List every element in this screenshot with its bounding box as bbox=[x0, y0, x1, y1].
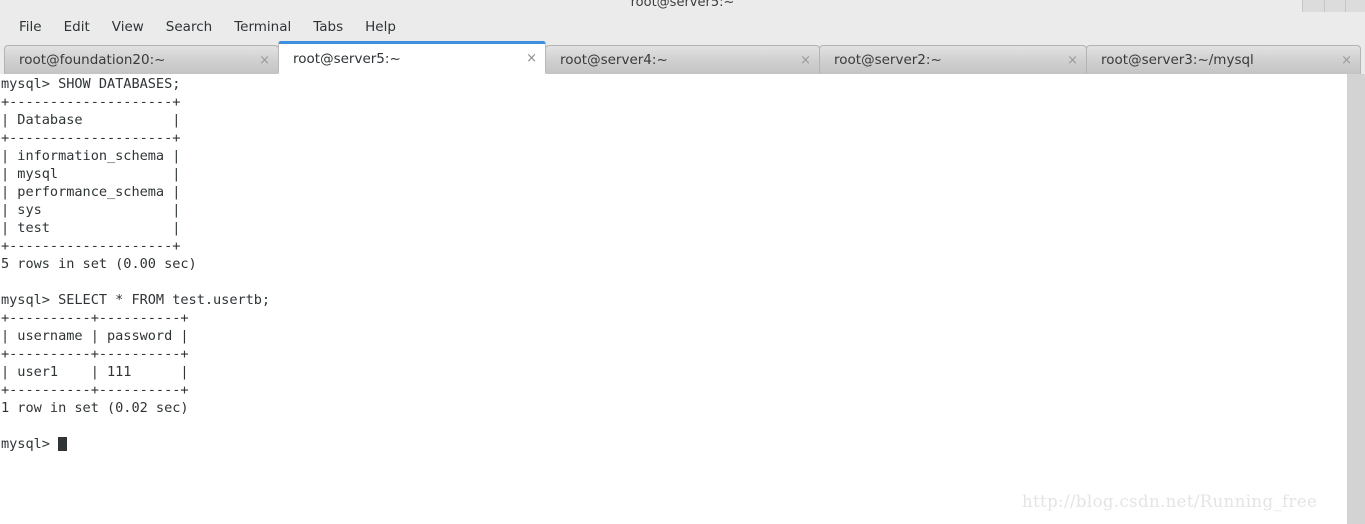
title-bar: root@server5:~ bbox=[0, 0, 1365, 12]
close-icon[interactable]: × bbox=[1051, 54, 1078, 67]
terminal-text: mysql> SHOW DATABASES; +----------------… bbox=[0, 74, 270, 453]
tab-label: root@foundation20:~ bbox=[19, 52, 166, 68]
terminal-output-area[interactable]: mysql> SHOW DATABASES; +----------------… bbox=[0, 74, 1347, 524]
close-icon[interactable]: × bbox=[243, 54, 270, 67]
tab-label: root@server5:~ bbox=[293, 50, 401, 67]
menu-item-help[interactable]: Help bbox=[354, 16, 407, 38]
terminal-scrollbar[interactable] bbox=[1347, 74, 1365, 524]
menu-bar: File Edit View Search Terminal Tabs Help bbox=[0, 12, 1365, 41]
terminal-cursor bbox=[58, 436, 67, 451]
tab-root-server3-mysql[interactable]: root@server3:~/mysql × bbox=[1086, 45, 1361, 74]
watermark: http://blog.csdn.net/Running_free bbox=[1022, 492, 1318, 511]
tab-root-server5[interactable]: root@server5:~ × bbox=[278, 41, 546, 74]
close-icon[interactable]: × bbox=[510, 52, 537, 65]
tab-label: root@server3:~/mysql bbox=[1101, 52, 1254, 68]
menu-item-search[interactable]: Search bbox=[155, 16, 223, 38]
menu-item-file[interactable]: File bbox=[8, 16, 53, 38]
menu-item-view[interactable]: View bbox=[101, 16, 155, 38]
tab-root-server4[interactable]: root@server4:~ × bbox=[545, 45, 820, 74]
menu-item-edit[interactable]: Edit bbox=[53, 16, 101, 38]
terminal-window: root@server5:~ File Edit View Search Ter… bbox=[0, 0, 1365, 524]
tab-label: root@server4:~ bbox=[560, 52, 668, 68]
tab-root-server2[interactable]: root@server2:~ × bbox=[819, 45, 1087, 74]
menu-item-tabs[interactable]: Tabs bbox=[302, 16, 354, 38]
close-icon[interactable]: × bbox=[784, 54, 811, 67]
window-controls[interactable] bbox=[1302, 0, 1365, 12]
window-title: root@server5:~ bbox=[630, 0, 735, 10]
tab-bar: root@foundation20:~ × root@server5:~ × r… bbox=[0, 41, 1365, 74]
tab-root-foundation20[interactable]: root@foundation20:~ × bbox=[4, 45, 279, 74]
tab-label: root@server2:~ bbox=[834, 52, 942, 68]
menu-item-terminal[interactable]: Terminal bbox=[223, 16, 302, 38]
close-icon[interactable]: × bbox=[1325, 54, 1352, 67]
terminal-content: mysql> SHOW DATABASES; +----------------… bbox=[1, 76, 271, 452]
scrollbar-thumb[interactable] bbox=[1347, 74, 1365, 524]
